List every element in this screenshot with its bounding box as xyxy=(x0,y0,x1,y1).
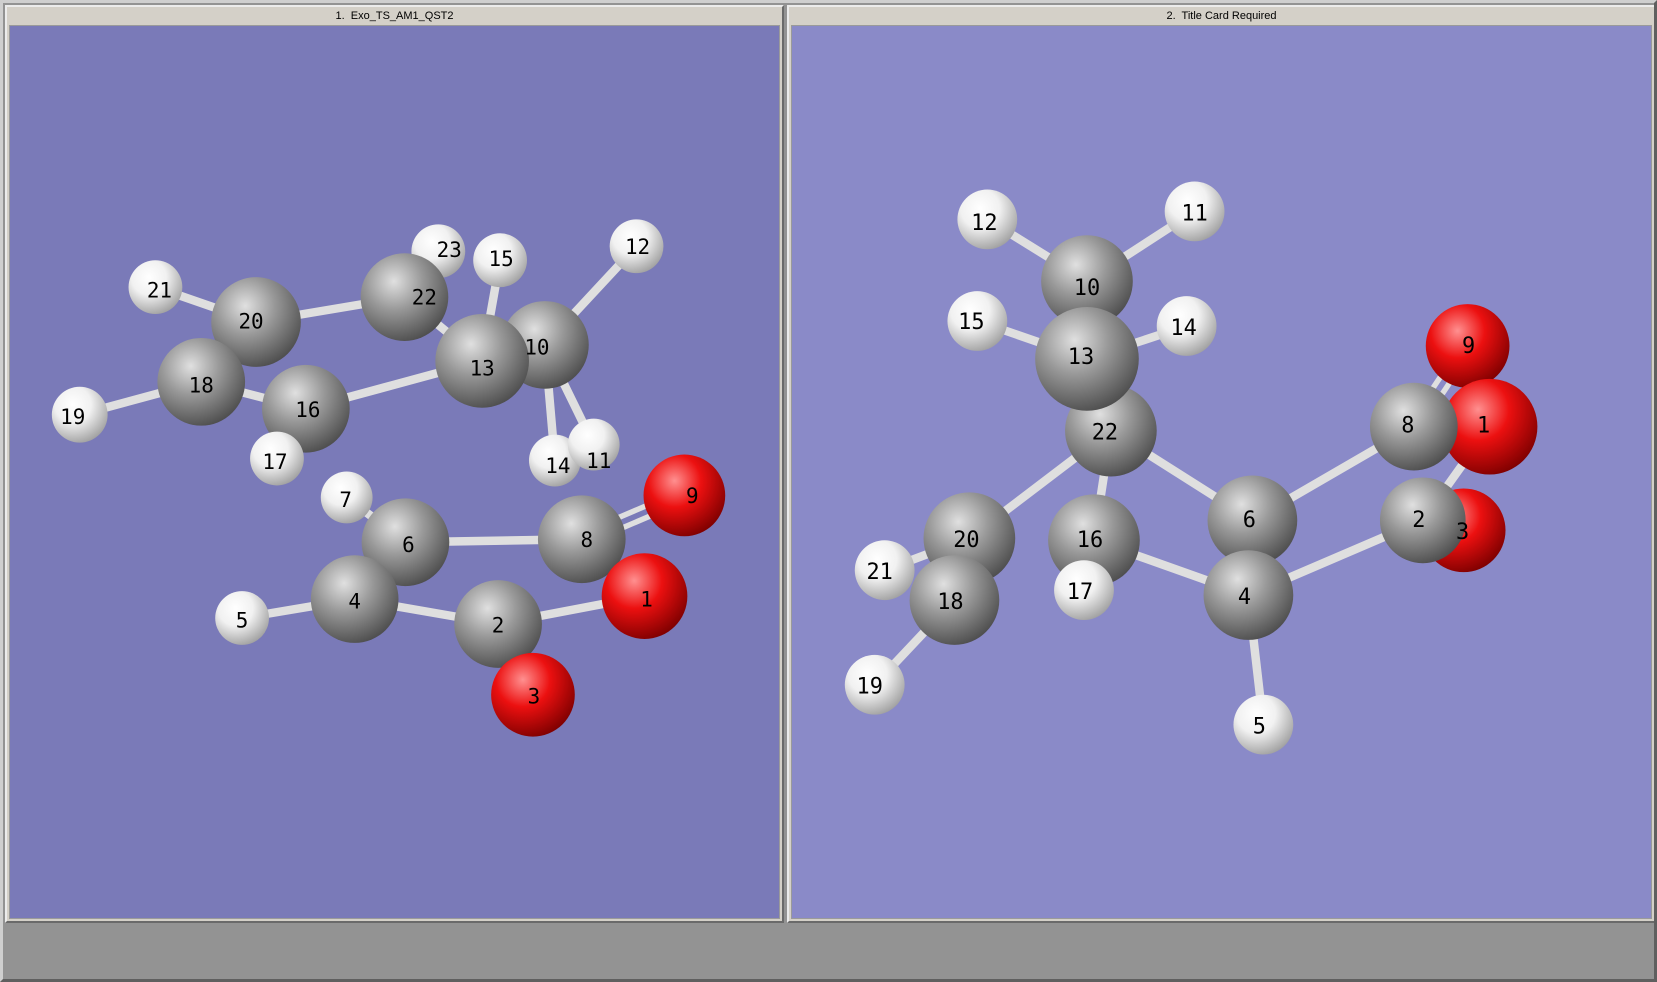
desktop: 1. Exo_TS_AM1_QST2 21 23 15 12 20 22 18 19 10 13 1… xyxy=(0,0,1657,982)
atom-label-19: 19 xyxy=(60,405,85,429)
atom-label-12: 12 xyxy=(971,211,997,236)
atom-label-15: 15 xyxy=(488,247,513,271)
atom-label-5: 5 xyxy=(236,609,249,633)
molecule-window-2: 2. Title Card Required 12 11 15 14 10 22 13 9 1 8… xyxy=(787,5,1654,923)
atom-label-18: 18 xyxy=(937,590,963,615)
atom-label-1: 1 xyxy=(1477,414,1490,439)
molecule-viewport-2[interactable]: 12 11 15 14 10 22 13 9 1 8 3 2 6 21 20 18 19 16 17 4 5 xyxy=(791,25,1652,919)
atom-label-9: 9 xyxy=(1462,334,1475,359)
window-1-titlebar[interactable]: 1. Exo_TS_AM1_QST2 xyxy=(7,7,782,24)
atom-label-2: 2 xyxy=(492,614,505,638)
atom-label-5: 5 xyxy=(1253,715,1266,740)
window-2-title: 2. Title Card Required xyxy=(1166,9,1277,22)
atom-label-14: 14 xyxy=(1170,316,1196,341)
atom-label-2: 2 xyxy=(1412,508,1425,533)
atom-label-16: 16 xyxy=(295,398,320,422)
window-2-titlebar[interactable]: 2. Title Card Required xyxy=(789,7,1654,24)
atom-label-11: 11 xyxy=(1181,201,1207,226)
atom-label-1: 1 xyxy=(640,588,653,612)
atom-label-14: 14 xyxy=(545,454,570,478)
atom-label-19: 19 xyxy=(857,675,883,700)
atom-label-10: 10 xyxy=(1074,276,1100,301)
atom-label-3: 3 xyxy=(1456,520,1469,545)
atom-label-3: 3 xyxy=(528,684,541,708)
atom-label-8: 8 xyxy=(1401,414,1414,439)
atom-label-7: 7 xyxy=(339,488,352,512)
atom-label-18: 18 xyxy=(189,373,214,397)
window-1-title: 1. Exo_TS_AM1_QST2 xyxy=(335,9,454,22)
atom-label-6: 6 xyxy=(402,533,415,557)
atom-label-13: 13 xyxy=(470,356,495,380)
atom-label-20: 20 xyxy=(953,528,979,553)
atom-label-16: 16 xyxy=(1077,528,1103,553)
atom-label-23: 23 xyxy=(437,238,462,262)
atom-label-21: 21 xyxy=(147,279,172,303)
molecule-viewport-1[interactable]: 21 23 15 12 20 22 18 19 10 13 16 17 14 11 9 8 1 6 7 4 5 2 3 xyxy=(9,25,780,919)
molecule-canvas-2[interactable]: 12 1115 14102213 918326212018191617 45 xyxy=(792,26,1651,918)
atom-label-9: 9 xyxy=(686,484,699,508)
atom-label-4: 4 xyxy=(1238,585,1251,610)
atom-label-10: 10 xyxy=(524,335,549,359)
atom-label-13: 13 xyxy=(1068,345,1094,370)
atom-label-4: 4 xyxy=(348,590,361,614)
atom-label-20: 20 xyxy=(238,310,263,334)
atom-oxygen-9[interactable] xyxy=(643,454,726,537)
atom-label-21: 21 xyxy=(866,560,892,585)
atom-label-22: 22 xyxy=(412,286,437,310)
molecule-window-1: 1. Exo_TS_AM1_QST2 21 23 15 12 20 22 18 19 10 13 1… xyxy=(5,5,784,923)
atom-label-15: 15 xyxy=(958,310,984,335)
molecule-canvas-1[interactable]: 2123 15 122022181910131617 14 119816745 23 xyxy=(10,26,779,918)
atom-label-8: 8 xyxy=(580,528,593,552)
atom-label-6: 6 xyxy=(1243,508,1256,533)
atom-label-22: 22 xyxy=(1092,421,1118,446)
atom-label-17: 17 xyxy=(262,450,287,474)
atom-label-17: 17 xyxy=(1067,580,1093,605)
atom-label-11: 11 xyxy=(586,449,611,473)
atom-label-12: 12 xyxy=(625,235,650,259)
